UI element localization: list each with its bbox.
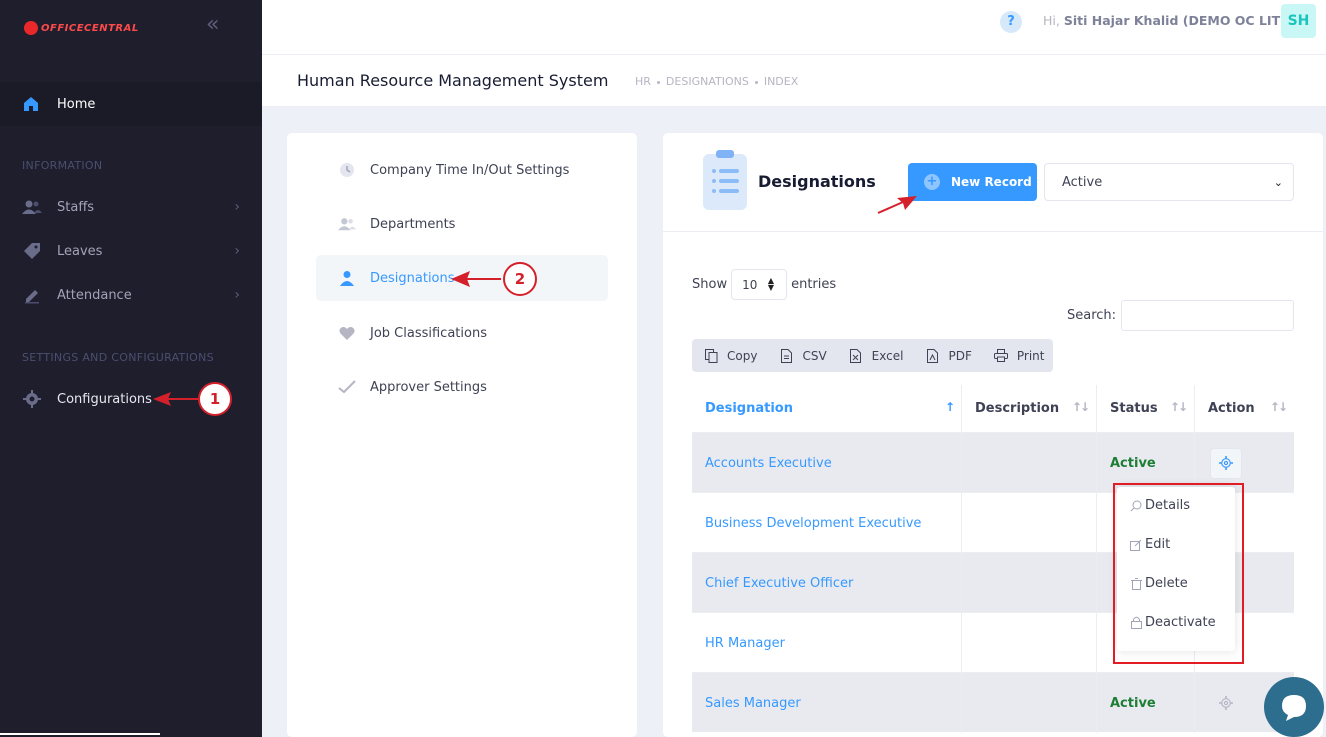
step-marker-1: 1 <box>198 382 232 416</box>
annotation-overlay <box>153 196 917 406</box>
chat-widget-button[interactable] <box>1264 677 1324 737</box>
step-marker-2: 2 <box>503 262 537 296</box>
chat-bubble-icon <box>1282 695 1306 721</box>
